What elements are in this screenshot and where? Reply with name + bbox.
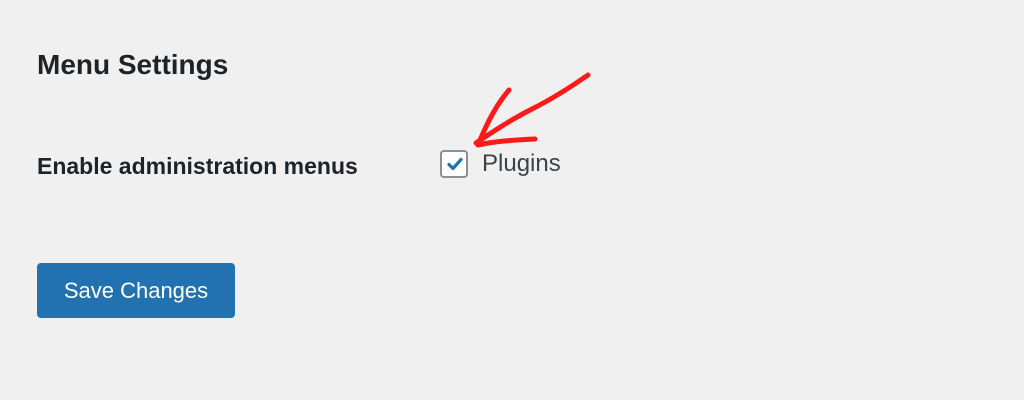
setting-label: Enable administration menus: [37, 153, 358, 179]
save-changes-button[interactable]: Save Changes: [37, 263, 235, 318]
section-title: Menu Settings: [37, 49, 229, 80]
menu-settings-page: Menu Settings Enable administration menu…: [0, 0, 1024, 400]
plugins-checkbox-label: Plugins: [482, 150, 561, 177]
setting-row: Enable administration menus Plugins: [37, 146, 737, 190]
checkmark-icon: [447, 157, 463, 171]
plugins-checkbox[interactable]: [440, 150, 468, 178]
plugins-checkbox-control[interactable]: Plugins: [440, 150, 561, 178]
